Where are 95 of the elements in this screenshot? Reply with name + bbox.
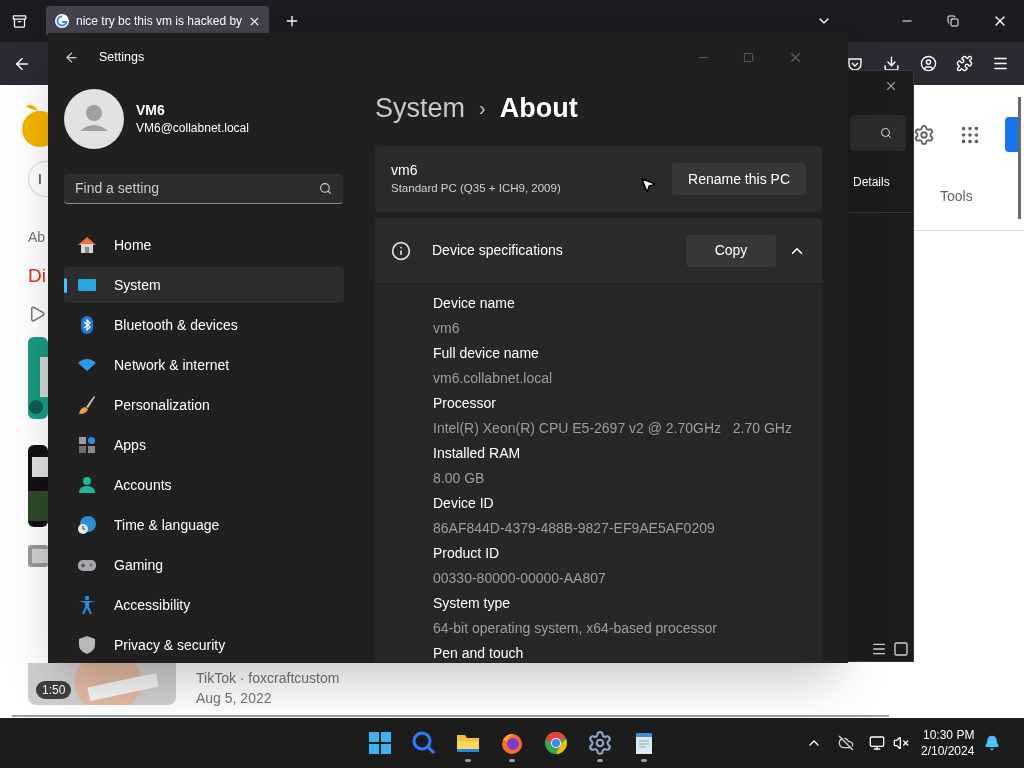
scrollbar[interactable] <box>1018 97 1021 219</box>
list-view-icon[interactable] <box>871 641 887 657</box>
google-g-icon <box>54 13 70 29</box>
tab-list-icon[interactable] <box>12 13 27 29</box>
settings-icon[interactable] <box>913 123 935 146</box>
info-icon <box>391 240 411 261</box>
spec-label: Device ID <box>433 494 495 513</box>
search-field[interactable] <box>850 115 906 151</box>
nav-label: Accounts <box>114 475 172 495</box>
browser-tab[interactable]: nice try bc this vm is hacked by <box>46 6 270 36</box>
mouse-cursor-icon <box>639 176 657 194</box>
person-icon <box>76 474 98 496</box>
nav-item[interactable]: Personalization <box>64 387 344 423</box>
window-title: Settings <box>99 48 145 66</box>
spec-label: System type <box>433 594 512 613</box>
user-email: VM6@collabnet.local <box>136 120 249 137</box>
video-icon <box>28 304 46 323</box>
nav-item[interactable]: Accessibility <box>64 587 344 623</box>
spec-label: Device name <box>433 294 516 313</box>
page-title: About <box>499 91 578 125</box>
search-placeholder: Find a setting <box>75 179 161 198</box>
copy-button[interactable]: Copy <box>686 234 776 267</box>
download-icon[interactable] <box>883 55 900 72</box>
extensions-icon[interactable] <box>956 55 973 72</box>
spec-value: 8.00 GB <box>433 469 486 488</box>
nav-item[interactable]: Time & language <box>64 507 344 543</box>
search-icon[interactable] <box>411 730 437 756</box>
nav-item[interactable]: Network & internet <box>64 347 344 383</box>
restore-icon[interactable] <box>947 15 959 27</box>
video-thumbnail[interactable]: 1:50 <box>28 663 176 705</box>
menu-icon[interactable] <box>992 55 1009 72</box>
nav-item[interactable]: Accounts <box>64 467 344 503</box>
spec-value: vm6 <box>433 319 461 338</box>
tools-tab[interactable]: Tools <box>940 186 973 207</box>
search-icon <box>319 182 332 195</box>
duration-badge: 1:50 <box>36 681 72 699</box>
details-tab[interactable]: Details <box>853 172 890 191</box>
windows-start-icon[interactable] <box>367 730 393 756</box>
rename-button[interactable]: Rename this PC <box>672 163 806 195</box>
nav-label: Personalization <box>114 395 210 415</box>
selection-indicator <box>64 278 67 293</box>
clock-date[interactable]: 2/10/2024 <box>921 743 975 759</box>
spec-value: 00330-80000-00000-AA807 <box>433 569 607 588</box>
spec-value: 86AF844D-4379-488B-9827-EF9AE5AF0209 <box>433 519 716 538</box>
nav-label: Apps <box>114 435 146 455</box>
nav-label: System <box>114 275 161 295</box>
nav-item[interactable]: System <box>64 267 344 303</box>
nav-item[interactable]: Home <box>64 227 344 263</box>
apps-icon <box>76 434 98 456</box>
about-text: Ab <box>28 228 47 247</box>
spec-label: Processor <box>433 394 498 413</box>
nav-label: Accessibility <box>114 595 191 615</box>
nav-label: Privacy & security <box>114 635 226 655</box>
tab-title: nice try bc this vm is hacked by <box>76 13 243 30</box>
account-icon[interactable] <box>920 55 937 72</box>
nav-item[interactable]: Gaming <box>64 547 344 583</box>
spec-label: Pen and touch <box>433 644 525 663</box>
nav-label: Bluetooth & devices <box>114 315 238 335</box>
user-name: VM6 <box>136 101 166 119</box>
shield-icon <box>76 634 98 656</box>
nav-label: Gaming <box>114 555 164 575</box>
spec-label: Installed RAM <box>433 444 522 463</box>
result-heading: Di <box>28 264 47 288</box>
brush-icon <box>76 394 98 416</box>
pc-name: vm6 <box>391 161 419 179</box>
nav-item[interactable]: Privacy & security <box>64 627 344 663</box>
preview-view-icon[interactable] <box>893 641 909 657</box>
house-icon <box>76 234 98 256</box>
video-date: Aug 5, 2022 <box>196 689 273 708</box>
breadcrumb-separator: › <box>479 96 486 121</box>
pc-model: Standard PC (Q35 + ICH9, 2009) <box>391 181 561 196</box>
chrome-logo-icon[interactable] <box>543 730 569 756</box>
spec-value: vm6.collabnet.local <box>433 369 554 388</box>
volume-muted-icon[interactable] <box>893 735 909 751</box>
bell-icon[interactable] <box>984 735 1001 751</box>
nav-item[interactable]: Bluetooth & devices <box>64 307 344 343</box>
nav-label: Home <box>114 235 152 255</box>
spec-label: Full device name <box>433 344 540 363</box>
globe-clock-icon <box>76 514 98 536</box>
nav-label: Time & language <box>114 515 220 535</box>
network-icon[interactable] <box>869 735 885 751</box>
nav-label: Network & internet <box>114 355 230 375</box>
spec-value: 64-bit operating system, x64-based processor <box>433 619 719 638</box>
video-source: TikTok · foxcraftcustom <box>196 669 340 688</box>
search-icon <box>880 127 892 139</box>
cloud-off-icon[interactable] <box>838 735 854 751</box>
avatar[interactable] <box>64 89 124 149</box>
spec-value: Intel(R) Xeon(R) CPU E5-2697 v2 @ 2.70GHz 2.70 GHz <box>433 419 793 438</box>
breadcrumb-parent[interactable]: System <box>375 87 466 129</box>
nav-item[interactable]: Apps <box>64 427 344 463</box>
spec-label: Product ID <box>433 544 501 563</box>
clock-time[interactable]: 10:30 PM <box>923 727 975 743</box>
search-field[interactable]: Find a setting <box>64 174 343 204</box>
gear-icon[interactable] <box>587 730 613 756</box>
section-title: Device specifications <box>432 241 564 260</box>
